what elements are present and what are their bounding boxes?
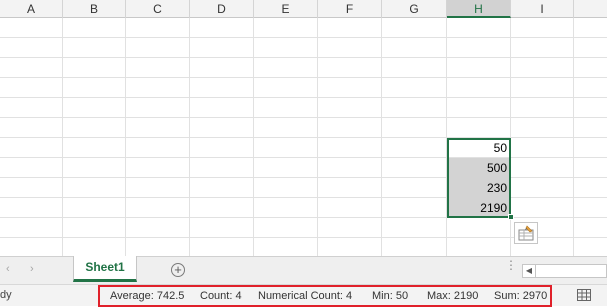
column-header-a[interactable]: A: [0, 0, 63, 18]
quick-analysis-button[interactable]: [514, 222, 538, 244]
gridline: [0, 197, 607, 198]
column-header-f[interactable]: F: [318, 0, 382, 18]
gridline: [0, 77, 607, 78]
stat-max[interactable]: Max: 2190: [427, 290, 478, 302]
column-header-row: A B C D E F G H I: [0, 0, 607, 18]
gridline: [125, 18, 126, 256]
stat-sum[interactable]: Sum: 2970: [494, 290, 547, 302]
gridline: [0, 157, 607, 158]
gridline: [0, 97, 607, 98]
sheet-tab-bar: ‹ › Sheet1 + ⋮ ◀: [0, 256, 607, 284]
gridline: [317, 18, 318, 256]
cell-h8[interactable]: 500: [447, 158, 511, 178]
column-header-c[interactable]: C: [126, 0, 190, 18]
column-header-e[interactable]: E: [254, 0, 318, 18]
gridline: [253, 18, 254, 256]
sheet-tab-sheet1[interactable]: Sheet1: [73, 256, 137, 282]
gridline: [0, 57, 607, 58]
scroll-left-arrow-icon[interactable]: ◀: [523, 265, 536, 277]
tab-splitter-handle[interactable]: ⋮: [505, 259, 517, 271]
prev-sheet-arrow-icon[interactable]: ‹: [6, 263, 10, 275]
stat-numerical-count[interactable]: Numerical Count: 4: [258, 290, 352, 302]
gridline: [381, 18, 382, 256]
grid-view-icon[interactable]: [577, 289, 591, 301]
stat-average[interactable]: Average: 742.5: [110, 290, 184, 302]
gridline: [0, 217, 607, 218]
cell-h10[interactable]: 2190: [447, 198, 511, 218]
plus-circle-icon[interactable]: +: [171, 263, 185, 277]
gridline: [510, 18, 511, 256]
gridline: [62, 18, 63, 256]
quick-analysis-icon: [518, 225, 534, 241]
worksheet-grid[interactable]: A B C D E F G H I 50 500 230 2190: [0, 0, 607, 256]
column-header-b[interactable]: B: [63, 0, 126, 18]
column-header-j[interactable]: [574, 0, 607, 18]
gridline: [0, 37, 607, 38]
stat-count[interactable]: Count: 4: [200, 290, 242, 302]
cell-h7[interactable]: 50: [447, 138, 511, 158]
status-bar: dy Average: 742.5 Count: 4 Numerical Cou…: [0, 284, 607, 307]
stat-min[interactable]: Min: 50: [372, 290, 408, 302]
gridline: [0, 137, 607, 138]
column-header-d[interactable]: D: [190, 0, 254, 18]
status-mode-text: dy: [0, 289, 12, 301]
gridline: [0, 117, 607, 118]
column-header-i[interactable]: I: [511, 0, 574, 18]
gridline: [573, 18, 574, 256]
next-sheet-arrow-icon[interactable]: ›: [30, 263, 34, 275]
selection-stats-highlight: Average: 742.5 Count: 4 Numerical Count:…: [98, 285, 552, 307]
gridline: [446, 18, 447, 256]
horizontal-scrollbar[interactable]: ◀: [522, 264, 607, 278]
column-header-h[interactable]: H: [447, 0, 511, 18]
fill-handle[interactable]: [508, 214, 514, 220]
column-header-g[interactable]: G: [382, 0, 447, 18]
gridline: [0, 177, 607, 178]
cell-h9[interactable]: 230: [447, 178, 511, 198]
gridline: [189, 18, 190, 256]
